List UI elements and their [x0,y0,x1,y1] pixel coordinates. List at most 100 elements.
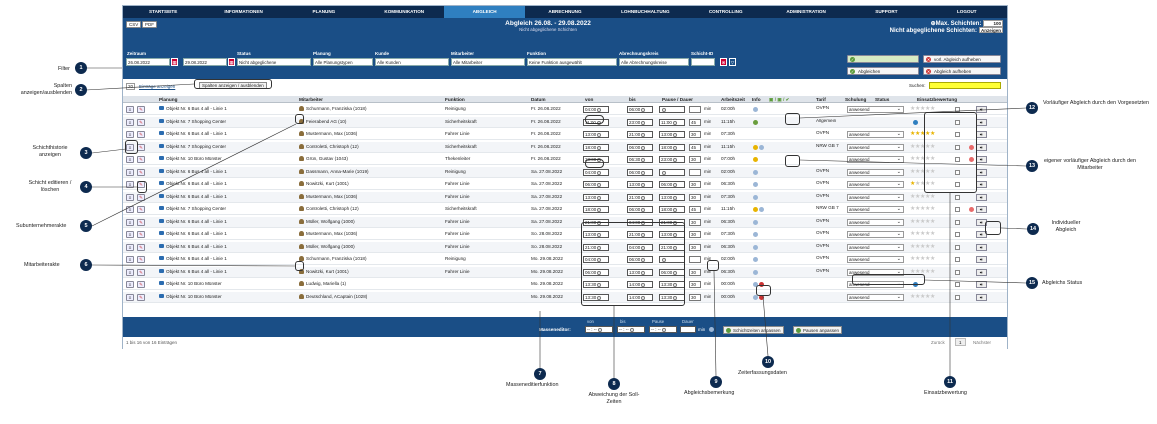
employee-cell[interactable]: Controletti, Christoph (12) [299,143,443,150]
clock-icon[interactable] [673,183,678,187]
status-select[interactable]: anwesend [847,168,904,176]
duration-input[interactable]: 30 [689,131,701,138]
pause-input[interactable]: 06:00 [659,181,685,188]
rating-stars[interactable]: ★★★★★ [910,243,935,250]
col-von[interactable]: von [585,97,593,102]
nav-item-abgleich[interactable]: ABGLEICH [444,6,525,18]
edit-icon[interactable]: ✎ [137,293,145,301]
bis-input[interactable]: 06:00 [627,143,653,151]
pause-input[interactable]: 18:00 [659,143,685,151]
history-icon[interactable]: ≡ [126,131,134,138]
mass-von-input[interactable]: -- : -- [585,326,613,333]
adjust-breaks-button[interactable]: Pausen anpassen [793,326,843,334]
nav-item-support[interactable]: SUPPORT [846,6,926,18]
von-input[interactable]: 04:00 [583,168,609,176]
info-icon[interactable] [753,232,758,237]
pdf-export-button[interactable]: PDF [142,21,157,28]
person-icon[interactable] [299,156,304,161]
clock-icon[interactable] [673,158,678,162]
pause-input[interactable]: 18:00 [659,206,685,213]
clock-icon[interactable] [641,120,646,125]
history-icon[interactable]: ≡ [126,193,134,201]
duration-input[interactable]: 30 [689,293,701,301]
employee-cell[interactable]: Müller, Wolfgang (1000) [299,243,443,250]
von-input[interactable]: 04:00 [583,106,609,113]
nav-item-planung[interactable]: PLANUNG [284,6,364,18]
duration-input[interactable]: 30 [689,268,701,276]
history-icon[interactable]: ≡ [126,106,134,113]
edit-icon[interactable]: ✎ [137,268,145,276]
status-select[interactable]: anwesend [847,256,904,263]
funktion-select[interactable]: Keine Funktion ausgewählt [527,58,617,66]
history-icon[interactable]: ≡ [126,206,134,213]
bis-input[interactable]: 06:00 [627,206,653,213]
clock-icon[interactable] [673,208,678,212]
rating-stars[interactable]: ★★★★★ [910,218,935,225]
employee-cell[interactable]: Ludwig, Mariella (1) [299,281,443,287]
individual-match-button[interactable]: ⎆ [976,106,987,113]
edit-icon[interactable]: ✎ [137,231,145,238]
clock-icon[interactable] [597,108,602,112]
clock-icon[interactable] [662,108,666,112]
status-select[interactable]: anwesend [847,206,904,213]
mass-pause-input[interactable]: -- : -- [649,326,677,333]
clock-icon[interactable] [641,170,646,175]
history-icon[interactable]: ≡ [126,181,134,188]
clock-icon[interactable] [673,195,678,200]
clock-icon[interactable] [641,108,646,112]
row-checkbox[interactable] [955,219,960,225]
von-input[interactable]: 06:00 [583,181,609,188]
individual-match-button[interactable]: ⎆ [976,243,987,251]
duration-input[interactable] [689,256,701,263]
nav-item-administration[interactable]: ADMINISTRATION [766,6,846,18]
planung-select[interactable]: Alle Planungstypen [313,58,373,66]
person-icon[interactable] [299,193,304,199]
von-input[interactable]: 18:00 [583,143,609,151]
clock-icon[interactable] [597,170,602,175]
info-icon[interactable] [753,257,758,262]
rating-stars[interactable]: ★★★★★ [910,293,935,300]
clock-icon[interactable] [641,158,646,162]
edit-icon[interactable]: ✎ [137,281,145,288]
warning-icon[interactable] [753,144,758,150]
history-icon[interactable]: ≡ [126,268,134,276]
pause-input[interactable]: 23:00 [659,156,685,163]
rating-stars[interactable]: ★★★★★ [910,193,935,200]
von-input[interactable]: 13:00 [583,131,609,138]
duration-input[interactable]: 45 [689,118,701,126]
employee-cell[interactable]: Nowitzki, Kurt (1001) [299,181,443,187]
employee-cell[interactable]: Feierabend AG (10) [299,118,443,125]
nav-item-logout[interactable]: LOGOUT [927,6,1007,18]
col-mitarbeiter[interactable]: Mitarbeiter [299,97,323,102]
von-input[interactable]: 18:00 [583,206,609,213]
duration-input[interactable]: 30 [689,281,701,288]
duration-input[interactable]: 45 [689,206,701,213]
nav-item-lohnbuchhaltung[interactable]: LOHNBUCHHALTUNG [605,6,685,18]
person-icon[interactable] [299,281,304,286]
info-icon[interactable] [753,269,758,275]
row-checkbox[interactable] [955,207,960,212]
row-checkbox[interactable] [955,294,960,300]
individual-match-button[interactable]: ⎆ [976,293,987,301]
status-select[interactable]: anwesend [847,293,904,301]
info-icon[interactable] [709,327,714,332]
bis-input[interactable]: 06:00 [627,106,653,113]
calendar-icon[interactable]: ▦ [171,58,178,66]
history-icon[interactable]: ≡ [126,256,134,263]
date-from-input[interactable]: 26.08.2022 [126,58,170,66]
col-bis[interactable]: bis [629,97,636,102]
employee-cell[interactable]: Controletti, Christoph (12) [299,206,443,212]
status-select[interactable]: anwesend [847,243,904,251]
status-select[interactable]: Nicht abgeglichene [237,58,311,66]
history-icon[interactable]: ≡ [126,231,134,238]
edit-icon[interactable]: ✎ [137,131,145,138]
alert-icon[interactable] [969,207,974,212]
edit-icon[interactable]: ✎ [137,156,145,163]
info-icon[interactable] [753,169,758,175]
col-pause[interactable]: Pause / Dauer [662,97,693,102]
employee-cell[interactable]: Nowitzki, Kurt (1001) [299,268,443,275]
col-schulung[interactable]: Schulung [845,97,866,102]
nav-item-informationen[interactable]: INFORMATIONEN [203,6,283,18]
next-page-link[interactable]: Nächster [973,340,991,345]
person-icon[interactable] [299,231,304,236]
